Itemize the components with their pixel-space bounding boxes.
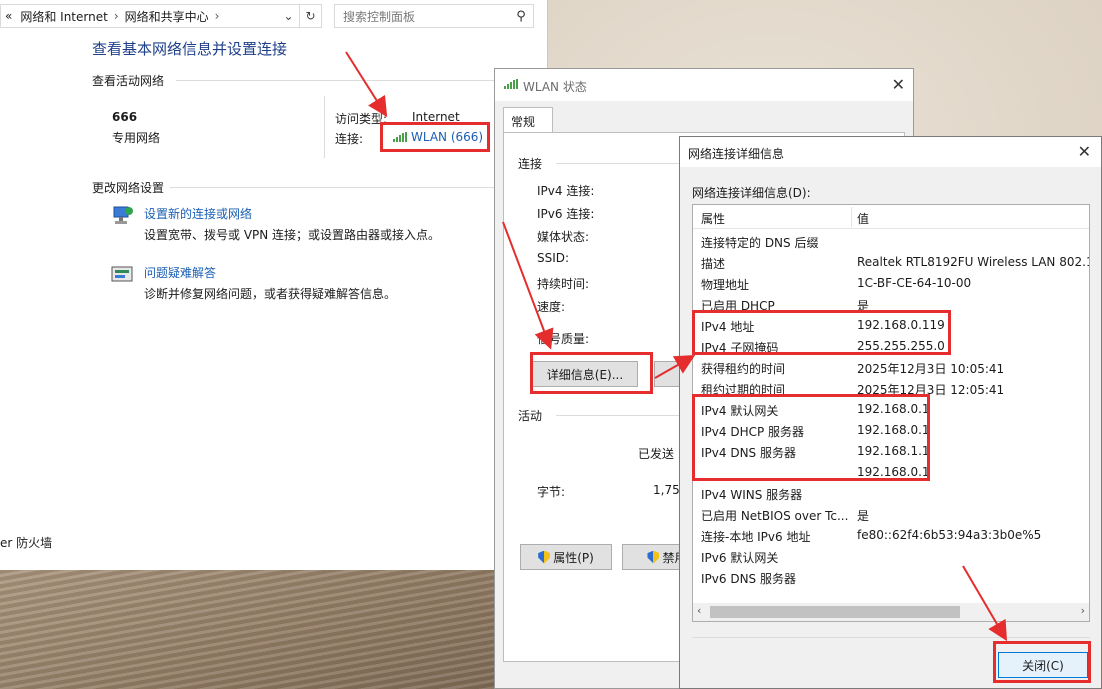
window-title: WLAN 状态 <box>523 80 587 94</box>
breadcrumb-sharing-center[interactable]: 网络和共享中心 <box>121 8 213 25</box>
page-title: 查看基本网络信息并设置连接 <box>92 40 288 58</box>
address-dropdown-button[interactable]: ⌄ <box>278 4 300 28</box>
value-cell: fe80::62f4:6b53:94a3:3b0e%5 <box>857 528 1042 542</box>
table-row[interactable]: IPv6 DNS 服务器 <box>693 567 1089 588</box>
address-bar[interactable]: « 网络和 Internet › 网络和共享中心 › <box>0 4 322 28</box>
table-row[interactable]: 获得租约的时间 2025年12月3日 10:05:41 <box>693 357 1089 378</box>
table-row[interactable]: 物理地址 1C-BF-CE-64-10-00 <box>693 273 1089 294</box>
property-cell: 连接-本地 IPv6 地址 <box>701 530 811 544</box>
value-cell: 1C-BF-CE-64-10-00 <box>857 276 972 290</box>
annotation-box-gateway-dns <box>692 394 930 481</box>
ipv4-connectivity-label: IPv4 连接: <box>537 184 595 198</box>
troubleshoot-description: 诊断并修复网络问题，或者获得疑难解答信息。 <box>144 287 397 301</box>
annotation-box-close-button <box>993 641 1091 683</box>
properties-button-label: 属性(P) <box>553 550 594 565</box>
table-row[interactable]: 连接-本地 IPv6 地址 fe80::62f4:6b53:94a3:3b0e%5 <box>693 525 1089 546</box>
setup-connection-description: 设置宽带、拨号或 VPN 连接；或设置路由器或接入点。 <box>144 228 441 242</box>
table-row[interactable]: 已启用 NetBIOS over Tc... 是 <box>693 504 1089 525</box>
speed-label: 速度: <box>537 300 566 314</box>
uac-shield-icon <box>538 550 551 564</box>
value-cell: 是 <box>857 509 870 523</box>
table-row[interactable]: 连接特定的 DNS 后缀 <box>693 231 1089 252</box>
column-divider[interactable] <box>851 207 852 227</box>
search-placeholder: 搜索控制面板 <box>343 9 416 24</box>
property-cell: 描述 <box>701 257 726 271</box>
network-name: 666 <box>112 110 138 124</box>
title-bar: 网络连接详细信息 ✕ <box>680 137 1101 167</box>
search-input[interactable]: 搜索控制面板 ⚲ <box>334 4 534 28</box>
media-state-label: 媒体状态: <box>537 230 590 244</box>
task-troubleshoot: 问题疑难解答 诊断并修复网络问题，或者获得疑难解答信息。 <box>110 264 396 302</box>
list-header: 属性 值 <box>693 205 1089 229</box>
scrollbar-thumb[interactable] <box>710 606 960 618</box>
divider <box>170 187 536 188</box>
close-icon[interactable]: ✕ <box>1078 142 1091 161</box>
property-cell: IPv6 DNS 服务器 <box>701 572 796 586</box>
scroll-left-icon[interactable]: ‹ <box>697 604 701 617</box>
sent-label: 已发送 <box>638 447 675 461</box>
value-cell: 2025年12月3日 10:05:41 <box>857 362 1005 376</box>
divider <box>692 637 1090 638</box>
breadcrumb-network-internet[interactable]: 网络和 Internet <box>16 8 111 25</box>
horizontal-scrollbar[interactable]: ‹ › <box>693 603 1089 621</box>
properties-button[interactable]: 属性(P) <box>520 544 612 570</box>
duration-label: 持续时间: <box>537 277 590 291</box>
tab-general[interactable]: 常规 <box>503 107 553 133</box>
uac-shield-icon <box>647 550 660 564</box>
troubleshoot-icon <box>110 264 134 286</box>
wifi-signal-icon <box>393 132 407 142</box>
property-cell: 已启用 NetBIOS over Tc... <box>701 509 849 523</box>
refresh-icon: ↻ <box>305 9 316 23</box>
refresh-button[interactable]: ↻ <box>300 4 322 28</box>
connection-section-label: 连接 <box>518 157 543 171</box>
divider <box>324 96 325 158</box>
annotation-box-details-button <box>530 352 653 394</box>
connection-label: 连接: <box>335 132 364 146</box>
dialog-title: 网络连接详细信息 <box>688 147 785 161</box>
ipv6-connectivity-label: IPv6 连接: <box>537 207 595 221</box>
table-row[interactable]: IPv6 默认网关 <box>693 546 1089 567</box>
wlan-connection-link[interactable]: WLAN (666) <box>380 122 490 152</box>
close-icon[interactable]: ✕ <box>892 75 905 94</box>
details-caption: 网络连接详细信息(D): <box>692 186 811 200</box>
column-header-property[interactable]: 属性 <box>701 210 725 227</box>
property-cell: IPv4 WINS 服务器 <box>701 488 803 502</box>
firewall-link[interactable]: er 防火墙 <box>0 534 52 551</box>
annotation-box-ipv4-address <box>692 310 951 355</box>
signal-quality-label: 信号质量: <box>537 332 590 346</box>
active-networks-heading: 查看活动网络 <box>92 74 165 88</box>
property-cell: 连接特定的 DNS 后缀 <box>701 236 819 250</box>
divider <box>176 80 536 81</box>
property-cell: 获得租约的时间 <box>701 362 786 376</box>
property-cell: IPv6 默认网关 <box>701 551 779 565</box>
network-type: 专用网络 <box>112 131 161 145</box>
task-new-connection: 设置新的连接或网络 设置宽带、拨号或 VPN 连接；或设置路由器或接入点。 <box>110 205 440 243</box>
chevron-right-icon: › <box>113 9 119 23</box>
chevron-down-icon: ⌄ <box>283 9 294 23</box>
scroll-right-icon[interactable]: › <box>1081 604 1085 617</box>
table-row[interactable]: IPv4 WINS 服务器 <box>693 483 1089 504</box>
ssid-label: SSID: <box>537 251 570 265</box>
wifi-signal-icon <box>504 79 518 89</box>
chevron-right-icon: › <box>214 9 220 23</box>
search-icon[interactable]: ⚲ <box>509 9 533 24</box>
table-row[interactable]: 描述 Realtek RTL8192FU Wireless LAN 802.11 <box>693 252 1089 273</box>
value-cell: Realtek RTL8192FU Wireless LAN 802.11 <box>857 255 1090 269</box>
property-cell: 物理地址 <box>701 278 750 292</box>
network-sharing-center-window: « 网络和 Internet › 网络和共享中心 › ⌄ ↻ 搜索控制面板 ⚲ … <box>0 0 548 570</box>
column-header-value[interactable]: 值 <box>857 210 869 227</box>
wlan-connection-label: WLAN (666) <box>411 130 484 144</box>
bytes-label: 字节: <box>537 485 566 499</box>
activity-section-label: 活动 <box>518 409 543 423</box>
network-setup-icon <box>110 205 134 227</box>
title-bar: WLAN 状态 ✕ <box>495 69 913 101</box>
troubleshoot-link[interactable]: 问题疑难解答 <box>144 264 396 281</box>
breadcrumb-back[interactable]: « <box>1 9 16 23</box>
setup-connection-link[interactable]: 设置新的连接或网络 <box>144 205 440 222</box>
change-settings-heading: 更改网络设置 <box>92 181 165 195</box>
